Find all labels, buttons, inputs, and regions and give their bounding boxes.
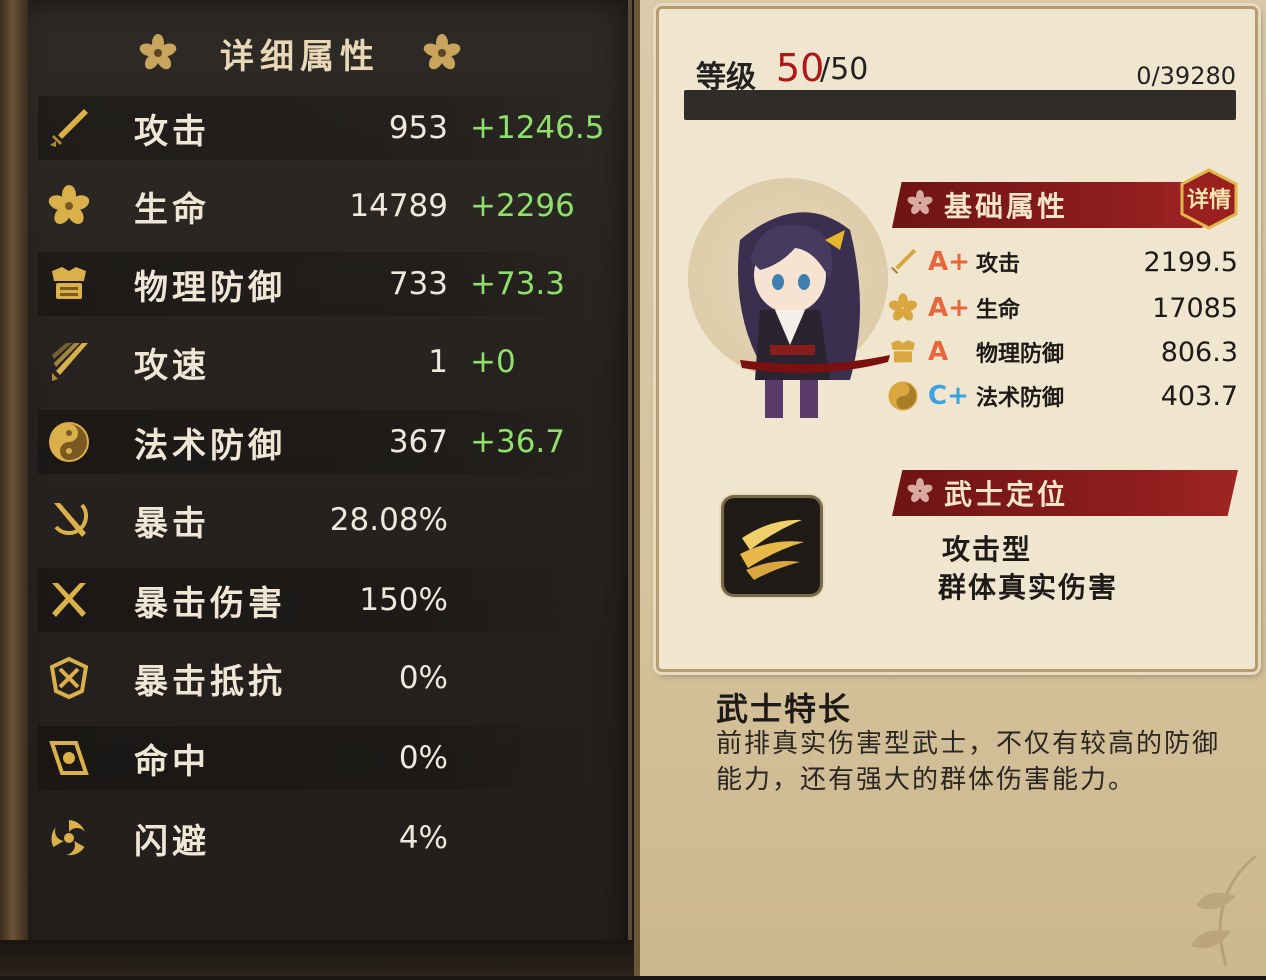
exp-progress-bar [684, 90, 1236, 120]
stat-bonus-value: +2296 [470, 188, 575, 224]
attr-value: 2199.5 [1143, 246, 1238, 278]
stat-row-attack: 攻击 953 +1246.5 [38, 96, 604, 160]
attr-grade: C+ [928, 381, 969, 411]
attr-grade: A [928, 337, 949, 367]
specialty-title: 武士特长 [716, 690, 853, 728]
stat-bonus-value: +1246.5 [470, 110, 605, 146]
sakura-deco-icon [906, 477, 934, 509]
stat-name: 暴击 [134, 503, 210, 544]
base-attr-row-magic-defense: C+ 法术防御 403.7 [884, 374, 1242, 418]
stat-row-attack-speed: 攻速 1 +0 [38, 330, 598, 394]
base-attributes-title: 基础属性 [944, 190, 1069, 223]
stat-row-hp: 生命 14789 +2296 [38, 174, 598, 238]
slash-icon [724, 498, 820, 594]
leaf-deco-icon [1146, 836, 1266, 976]
crit-damage-icon [40, 571, 98, 629]
attr-name: 生命 [976, 297, 1021, 323]
stat-name: 生命 [134, 189, 210, 230]
sword-icon [40, 99, 98, 157]
accuracy-icon [40, 729, 98, 787]
stat-row-crit-resist: 暴击抵抗 0% [38, 646, 598, 710]
stat-row-dodge: 闪避 4% [38, 806, 598, 870]
attr-grade: A+ [928, 247, 970, 277]
stat-base-value: 733 [388, 266, 448, 302]
stat-row-accuracy: 命中 0% [38, 726, 598, 790]
panel-frame-left [0, 0, 28, 976]
armor-icon [40, 255, 98, 313]
sakura-deco-icon [136, 31, 180, 75]
stat-base-value: 953 [388, 110, 448, 146]
attr-name: 物理防御 [976, 341, 1065, 367]
sword-icon [884, 243, 922, 281]
detail-button-label: 详情 [1186, 187, 1231, 213]
role-line-1: 攻击型 [942, 533, 1033, 566]
dodge-icon [40, 809, 98, 867]
stat-row-crit: 暴击 28.08% [38, 488, 598, 552]
role-title: 武士定位 [944, 478, 1069, 511]
attr-value: 17085 [1152, 292, 1238, 324]
stat-bonus-value: +36.7 [470, 424, 565, 460]
stat-name: 暴击伤害 [134, 583, 286, 624]
stat-name: 闪避 [134, 821, 210, 862]
base-attr-row-hp: A+ 生命 17085 [884, 286, 1242, 330]
specialty-description: 前排真实伤害型武士，不仅有较高的防御能力，还有强大的群体伤害能力。 [716, 729, 1221, 795]
attr-value: 806.3 [1160, 336, 1238, 368]
bottom-decoration [0, 940, 640, 976]
sakura-icon [884, 289, 922, 327]
stat-base-value: 0% [398, 660, 448, 696]
attr-grade: A+ [928, 293, 970, 323]
crit-resist-icon [40, 649, 98, 707]
base-attr-row-physical-defense: A 物理防御 806.3 [884, 330, 1242, 374]
stat-name: 暴击抵抗 [134, 661, 286, 702]
attr-name: 法术防御 [976, 385, 1065, 411]
detail-button[interactable]: 详情 [1178, 168, 1240, 230]
stat-base-value: 1 [428, 344, 448, 380]
stat-base-value: 14789 [349, 188, 448, 224]
sakura-deco-icon [906, 189, 934, 221]
yin-yang-icon [40, 413, 98, 471]
base-attr-row-attack: A+ 攻击 2199.5 [884, 240, 1242, 284]
page-title: 详细属性 [220, 36, 380, 77]
crit-icon [40, 491, 98, 549]
stat-row-magic-defense: 法术防御 367 +36.7 [38, 410, 598, 474]
stat-base-value: 0% [398, 740, 448, 776]
stat-row-crit-damage: 暴击伤害 150% [38, 568, 598, 632]
stat-base-value: 28.08% [329, 502, 448, 538]
stat-row-physical-defense: 物理防御 733 +73.3 [38, 252, 598, 316]
stat-name: 法术防御 [134, 425, 286, 466]
detailed-stats-header: 详细属性 [120, 28, 480, 78]
stat-name: 攻速 [134, 345, 210, 386]
armor-icon [884, 333, 922, 371]
stat-name: 物理防御 [134, 267, 286, 308]
level-current: 50 [776, 46, 825, 90]
role-banner: 武士定位 [892, 470, 1238, 516]
exp-readout: 0/39280 [1136, 62, 1236, 90]
role-line-2: 群体真实伤害 [938, 571, 1119, 604]
hero-portrait[interactable] [700, 170, 900, 430]
sakura-icon [40, 177, 98, 235]
stat-base-value: 150% [359, 582, 448, 618]
stat-bonus-value: +73.3 [470, 266, 565, 302]
stat-base-value: 4% [398, 820, 448, 856]
stat-bonus-value: +0 [470, 344, 516, 380]
stat-name: 命中 [134, 741, 210, 782]
stat-base-value: 367 [388, 424, 448, 460]
attack-speed-icon [40, 333, 98, 391]
yin-yang-icon [884, 377, 922, 415]
attr-value: 403.7 [1160, 380, 1238, 412]
level-max: /50 [820, 52, 869, 87]
attr-name: 攻击 [976, 251, 1021, 277]
stat-name: 攻击 [134, 111, 210, 152]
base-attributes-banner: 基础属性 [892, 182, 1212, 228]
sakura-deco-icon [420, 31, 464, 75]
